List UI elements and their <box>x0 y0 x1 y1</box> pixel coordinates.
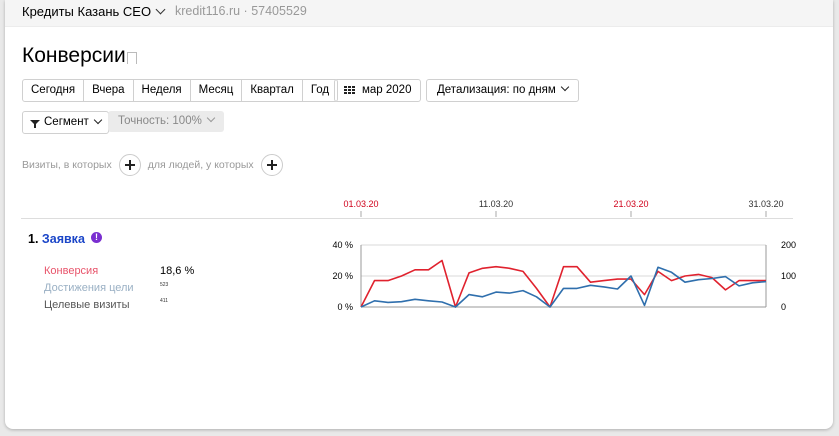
y-left-tick-label: 0 % <box>337 302 353 312</box>
x-tick-label: 31.03.20 <box>748 199 783 209</box>
conversion-chart: 0 % 20 % 40 % 0 100 200 01.03.20 11.03.20 21.03.… <box>332 199 796 312</box>
y-right-tick-label: 100 <box>781 271 796 281</box>
y-left-tick-label: 20 % <box>332 271 353 281</box>
x-tick-label: 21.03.20 <box>613 199 648 209</box>
x-tick-label: 01.03.20 <box>343 199 378 209</box>
x-tick-label: 11.03.20 <box>479 199 513 209</box>
y-right-tick-label: 200 <box>781 240 796 250</box>
y-right-tick-label: 0 <box>781 302 786 312</box>
visits-series-line <box>360 266 767 308</box>
app-window: Кредиты Казань СЕО kredit116.ru · 574055… <box>5 0 833 429</box>
y-left-tick-label: 40 % <box>332 240 353 250</box>
